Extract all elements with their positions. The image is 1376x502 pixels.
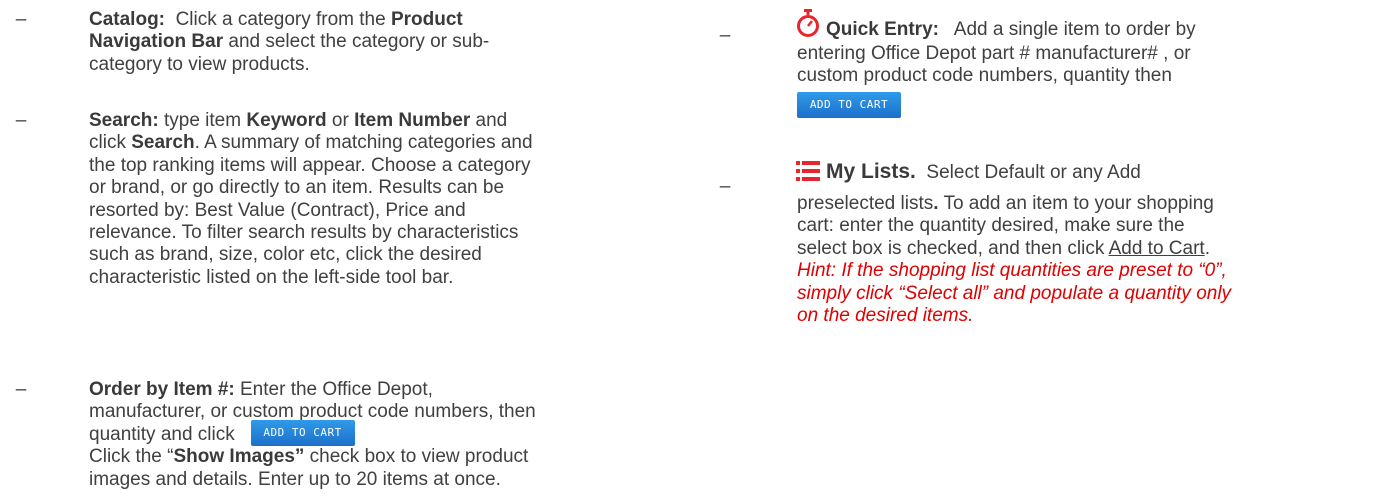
quick-entry-text: Quick Entry: Add a single item to order … bbox=[797, 9, 1340, 45]
bullet-dash: – bbox=[15, 9, 27, 30]
catalog-line2: and select the category or sub- bbox=[228, 31, 490, 53]
search-line7: such as brand, size, color etc, click th… bbox=[89, 244, 482, 266]
lists-l2-post: To add an item to your shopping bbox=[943, 193, 1214, 214]
search-line8: characteristic listed on the left-side t… bbox=[89, 266, 454, 288]
navigation-bar-bold: Navigation Bar bbox=[89, 31, 224, 53]
quick-line1: Add a single item to order by bbox=[953, 19, 1196, 40]
order-l4-post: check box to view product bbox=[309, 446, 529, 468]
lists-l4-pre: select box is checked, and then click bbox=[797, 237, 1105, 259]
bullet-dash: – bbox=[15, 379, 27, 400]
order-line3: quantity and click bbox=[89, 423, 235, 445]
search-bold: Search bbox=[131, 132, 195, 154]
lists-line1: Select Default or any Add bbox=[926, 162, 1141, 183]
hint-line1: Hint: If the shopping list quantities ar… bbox=[797, 260, 1227, 282]
search-line4: or brand, or go directly to an item. Res… bbox=[89, 177, 505, 199]
order-line1: Enter the Office Depot, bbox=[240, 379, 433, 400]
search-l2-post: . A summary of matching categories and bbox=[194, 132, 533, 154]
quick-line3: custom product code numbers, quantity th… bbox=[797, 65, 1172, 87]
product-bold: Product bbox=[390, 9, 463, 30]
order-label: Order by Item #: bbox=[89, 379, 235, 400]
order-line2: manufacturer, or custom product code num… bbox=[89, 401, 536, 423]
search-text: Search: type item Keyword or Item Number… bbox=[89, 110, 649, 289]
show-images-bold: Show Images” bbox=[173, 446, 305, 468]
lists-l2-pre: preselected lists bbox=[797, 193, 934, 214]
lists-line3: cart: enter the quantity desired, make s… bbox=[797, 215, 1185, 237]
catalog-line3: category to view products. bbox=[89, 53, 310, 75]
lists-l4-post: . bbox=[1204, 237, 1210, 259]
order-text: Order by Item #: Enter the Office Depot,… bbox=[89, 379, 649, 491]
search-l1-post: and bbox=[475, 110, 508, 131]
my-lists-body: preselected lists. To add an item to you… bbox=[797, 193, 1357, 327]
my-lists-header: My Lists. Select Default or any Add bbox=[796, 160, 1340, 188]
search-l1-mid: or bbox=[331, 110, 349, 131]
bullet-dash: – bbox=[719, 176, 731, 197]
document-page: – Catalog: Click a category from the Pro… bbox=[0, 0, 1376, 502]
stopwatch-icon bbox=[796, 9, 820, 45]
quick-entry-body: entering Office Depot part # manufacture… bbox=[797, 43, 1357, 118]
hint-line2: simply click “Select all” and populate a… bbox=[797, 282, 1232, 304]
my-lists-label: My Lists. bbox=[826, 160, 916, 183]
list-icon bbox=[796, 160, 820, 188]
hint-line3: on the desired items. bbox=[797, 305, 974, 327]
catalog-label: Catalog: bbox=[89, 9, 165, 30]
order-line5: images and details. Enter up to 20 items… bbox=[89, 468, 501, 490]
keyword-bold: Keyword bbox=[246, 110, 327, 131]
search-line5: resorted by: Best Value (Contract), Pric… bbox=[89, 199, 466, 221]
catalog-text: Catalog: Click a category from the Produ… bbox=[89, 9, 649, 76]
add-to-cart-button[interactable]: ADD TO CART bbox=[797, 91, 901, 118]
lists-l2-bold: . bbox=[933, 193, 939, 214]
add-to-cart-link[interactable]: Add to Cart bbox=[1109, 238, 1205, 259]
add-to-cart-button[interactable]: ADD TO CART bbox=[250, 419, 355, 446]
search-label: Search: bbox=[89, 110, 159, 131]
quick-line2: entering Office Depot part # manufacture… bbox=[797, 43, 1191, 64]
search-line3: the top ranking items will appear. Choos… bbox=[89, 154, 531, 176]
search-l2-pre: click bbox=[89, 132, 126, 154]
catalog-line1: Click a category from the bbox=[175, 9, 386, 30]
item-number-bold: Item Number bbox=[354, 110, 471, 131]
bullet-dash: – bbox=[15, 110, 27, 131]
quick-entry-label: Quick Entry: bbox=[826, 19, 939, 40]
bullet-dash: – bbox=[719, 25, 731, 46]
search-line6: relevance. To filter search results by c… bbox=[89, 222, 519, 244]
order-l4-pre: Click the “ bbox=[89, 446, 174, 468]
search-l1-pre: type item bbox=[163, 110, 242, 131]
